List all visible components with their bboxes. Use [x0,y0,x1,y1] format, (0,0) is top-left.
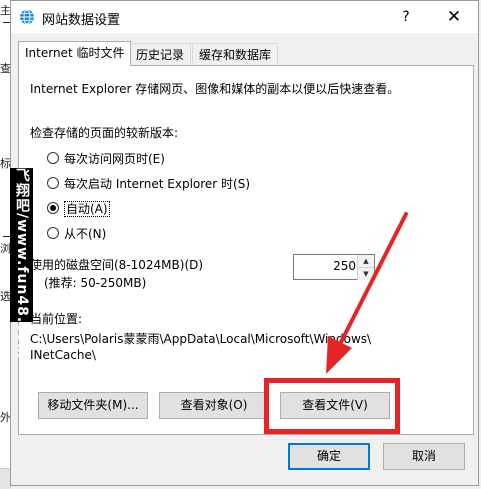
website-data-settings-dialog: 网站数据设置 ? ✕ Internet 临时文件 历史记录 缓存和数据库 Int… [10,0,479,486]
radio-label-every-visit[interactable]: 每次访问网页时(E) [64,150,165,167]
current-location-path-line2: INetCache\ [30,348,96,362]
background-text: 浏 [0,242,10,255]
background-scrollbar [0,468,10,489]
tab-history[interactable]: 历史记录 [129,43,192,65]
watermark: 飞翔吧/www.fun48.com [10,168,33,359]
radio-label-automatic-text: 自动(A) [64,201,110,217]
view-objects-button[interactable]: 查看对象(O) [159,392,269,419]
background-text: 选 [0,290,10,303]
background-text: 外 [0,411,10,424]
background-text: 查 [0,62,10,75]
close-button[interactable]: ✕ [431,1,477,33]
background-text: 标 [0,157,10,170]
disk-space-recommend: (推荐: 50-250MB) [44,276,147,290]
background-line [3,236,10,237]
ok-button[interactable]: 确定 [288,443,370,470]
check-versions-label: 检查存储的页面的较新版本: [30,126,179,140]
cancel-button[interactable]: 取消 [383,443,465,470]
tab-caches-databases[interactable]: 缓存和数据库 [192,43,279,65]
current-location-path-line1: C:\Users\Polaris蒙蒙雨\AppData\Local\Micros… [30,332,372,346]
disk-space-label: 使用的磁盘空间(8-1024MB)(D) [30,258,204,272]
radio-every-start[interactable] [47,177,59,189]
radio-automatic[interactable] [47,202,59,214]
ie-globe-icon [20,9,34,25]
title-bar: 网站数据设置 ? ✕ [11,1,478,33]
annotation-highlight-box [264,378,400,434]
radio-label-every-start[interactable]: 每次启动 Internet Explorer 时(S) [64,175,250,192]
dialog-title: 网站数据设置 [42,13,121,28]
tab-panel: Internet Explorer 存储网页、图像和媒体的副本以便以后快速查看。… [18,65,474,435]
move-folder-button[interactable]: 移动文件夹(M)... [38,392,148,419]
background-line [3,22,10,23]
radio-never[interactable] [47,227,59,239]
spinner-up-icon[interactable]: ▲ [357,255,374,267]
watermark-text: 飞翔吧/www.fun48.com [14,168,30,359]
radio-label-never[interactable]: 从不(N) [64,225,106,242]
disk-space-value: 250 [333,259,356,273]
disk-space-spinner[interactable]: 250 ▲ ▼ [293,254,375,280]
background-text: 主 [0,4,10,17]
description-text: Internet Explorer 存储网页、图像和媒体的副本以便以后快速查看。 [30,82,400,96]
current-location-label: 当前位置: [30,312,83,326]
tab-internet-temp-files[interactable]: Internet 临时文件 [18,41,132,66]
radio-label-automatic[interactable]: 自动(A) [64,200,110,217]
radio-every-visit[interactable] [47,152,59,164]
spinner-down-icon[interactable]: ▼ [357,267,374,280]
help-button[interactable]: ? [391,1,421,33]
